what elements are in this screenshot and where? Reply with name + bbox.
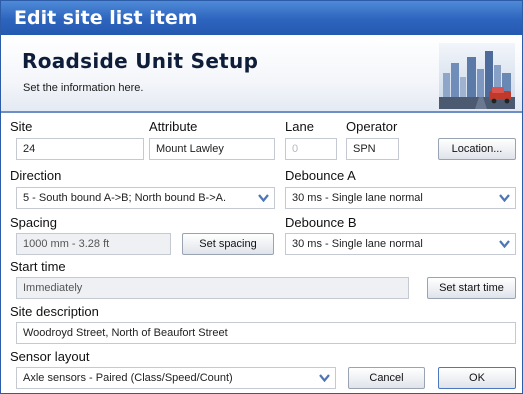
operator-input[interactable]: SPN (346, 138, 399, 160)
set-spacing-button[interactable]: Set spacing (182, 233, 274, 255)
debounce-a-value: 30 ms - Single lane normal (292, 192, 423, 204)
lane-label: Lane (285, 119, 314, 134)
sensor-layout-select[interactable]: Axle sensors - Paired (Class/Speed/Count… (16, 367, 336, 389)
location-button[interactable]: Location... (438, 138, 516, 160)
debounce-b-label: Debounce B (285, 215, 357, 230)
ok-button[interactable]: OK (438, 367, 516, 389)
site-description-label: Site description (10, 304, 99, 319)
debounce-a-select[interactable]: 30 ms - Single lane normal (285, 187, 516, 209)
sensor-layout-label: Sensor layout (10, 349, 90, 364)
start-time-label: Start time (10, 259, 66, 274)
lane-input[interactable]: 0 (285, 138, 337, 160)
debounce-a-label: Debounce A (285, 168, 356, 183)
chevron-down-icon[interactable] (493, 188, 515, 208)
site-label: Site (10, 119, 33, 134)
banner-title: Roadside Unit Setup (22, 49, 259, 73)
set-start-time-button[interactable]: Set start time (427, 277, 516, 299)
direction-label: Direction (10, 168, 62, 183)
edit-site-dialog: Edit site list item Roadside Unit Setup … (0, 0, 523, 394)
direction-value: 5 - South bound A->B; North bound B->A. (23, 192, 227, 204)
chevron-down-icon[interactable] (252, 188, 274, 208)
start-time-input: Immediately (16, 277, 409, 299)
banner-subtitle: Set the information here. (23, 82, 144, 94)
attribute-input[interactable]: Mount Lawley (149, 138, 275, 160)
debounce-b-value: 30 ms - Single lane normal (292, 238, 423, 250)
attribute-label: Attribute (149, 119, 198, 134)
chevron-down-icon[interactable] (313, 368, 335, 388)
sensor-layout-value: Axle sensors - Paired (Class/Speed/Count… (23, 372, 233, 384)
chevron-down-icon[interactable] (493, 234, 515, 254)
operator-label: Operator (346, 119, 398, 134)
city-skyline-image (439, 43, 515, 109)
header-banner: Roadside Unit Setup Set the information … (1, 35, 522, 113)
site-input[interactable]: 24 (16, 138, 144, 160)
site-description-input[interactable]: Woodroyd Street, North of Beaufort Stree… (16, 322, 516, 344)
cancel-button[interactable]: Cancel (348, 367, 425, 389)
spacing-input: 1000 mm - 3.28 ft (16, 233, 171, 255)
debounce-b-select[interactable]: 30 ms - Single lane normal (285, 233, 516, 255)
dialog-title-bar: Edit site list item (1, 1, 522, 35)
dialog-title: Edit site list item (14, 7, 198, 29)
direction-select[interactable]: 5 - South bound A->B; North bound B->A. (16, 187, 275, 209)
spacing-label: Spacing (10, 215, 57, 230)
